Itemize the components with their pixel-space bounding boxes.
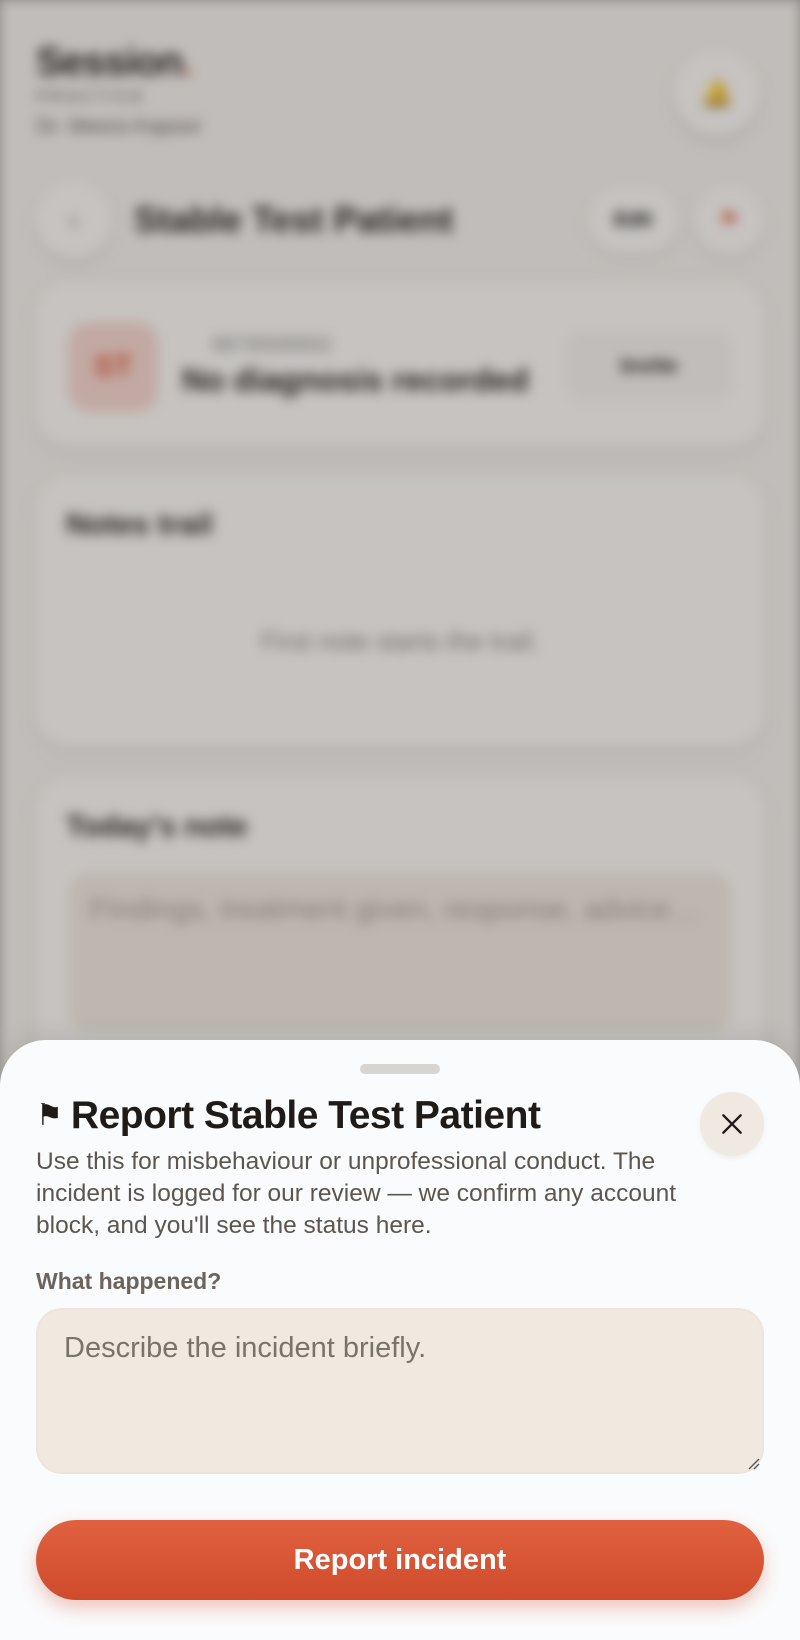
sheet-title: ⚑ Report Stable Test Patient bbox=[36, 1094, 541, 1138]
incident-description-input[interactable] bbox=[36, 1308, 764, 1474]
resize-handle-icon[interactable] bbox=[744, 1454, 760, 1470]
close-icon bbox=[722, 1114, 742, 1134]
sheet-title-text: Report Stable Test Patient bbox=[70, 1094, 541, 1137]
sheet-description: Use this for misbehaviour or unprofessio… bbox=[36, 1148, 677, 1239]
incident-field-label: What happened? bbox=[36, 1268, 222, 1294]
report-incident-button[interactable]: Report incident bbox=[36, 1520, 764, 1600]
report-sheet: ⚑ Report Stable Test Patient Use this fo… bbox=[0, 1040, 800, 1640]
flag-icon: ⚑ bbox=[36, 1099, 63, 1132]
sheet-drag-handle[interactable] bbox=[360, 1064, 440, 1074]
